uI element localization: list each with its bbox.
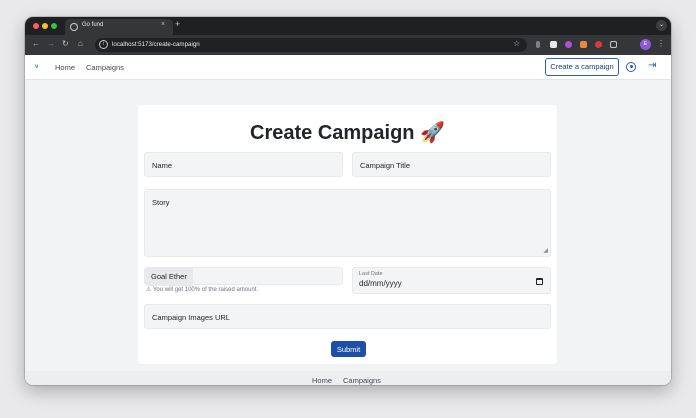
user-profile-icon[interactable] [626,62,636,72]
tab-search-icon[interactable]: ⌄ [656,20,667,31]
url-text: localhost:5173/create-campaign [112,41,200,48]
extension-icon[interactable] [595,41,602,48]
create-campaign-form: Create Campaign 🚀 Name Campaign Title St… [138,105,557,364]
page-title: Create Campaign 🚀 [138,120,557,145]
story-placeholder: Story [152,198,170,207]
goal-ether-label: Goal Ether [145,268,193,286]
profile-avatar[interactable]: E [640,39,651,50]
logo-icon[interactable]: ᵛ [35,62,38,72]
warning-icon: ⚠ [146,287,152,293]
goal-ether-field[interactable]: Goal Ether [144,267,343,286]
browser-menu-icon[interactable]: ⋮ [657,39,665,48]
tab-title: Go fund [82,22,104,28]
calendar-icon[interactable] [536,278,543,285]
address-bar[interactable]: i localhost:5173/create-campaign ☆ [95,38,527,52]
extensions-puzzle-icon[interactable] [610,41,617,48]
footer-link-campaigns[interactable]: Campaigns [343,376,381,385]
goal-hint: ⚠ You will get 100% of the raised amount… [146,286,258,293]
extension-icon[interactable] [550,41,557,48]
page-title-text: Create Campaign [250,122,415,144]
reload-icon[interactable]: ↻ [62,39,69,49]
last-date-label: Last Date [359,271,383,277]
nav-separator: · [77,63,80,70]
bookmark-star-icon[interactable]: ☆ [513,39,520,48]
campaign-images-url-placeholder: Campaign Images URL [152,313,230,322]
campaign-title-field[interactable]: Campaign Title [352,152,551,177]
site-navbar: ᵛ Home · Campaigns Create a campaign ⇥ [25,55,671,80]
last-date-field[interactable]: Last Date dd/mm/yyyy [352,267,551,294]
submit-button[interactable]: Submit [331,341,366,357]
page: ᵛ Home · Campaigns Create a campaign ⇥ C… [25,55,671,385]
name-field[interactable]: Name [144,152,343,177]
create-campaign-button[interactable]: Create a campaign [545,58,619,76]
new-tab-button[interactable]: + [175,19,180,29]
footer: Home Campaigns [25,371,671,385]
home-icon[interactable]: ⌂ [78,39,83,49]
minimize-window-button[interactable] [42,23,48,29]
last-date-value: dd/mm/yyyy [359,279,402,288]
logout-icon[interactable]: ⇥ [648,61,656,71]
extension-icon[interactable] [536,41,540,48]
forward-icon[interactable]: → [47,39,55,49]
campaign-images-url-field[interactable]: Campaign Images URL [144,304,551,329]
nav-link-campaigns[interactable]: Campaigns [86,63,124,72]
browser-tab[interactable]: Go fund × [65,19,173,35]
resize-handle-icon[interactable]: ◢ [543,247,548,254]
nav-link-home[interactable]: Home [55,63,75,72]
tab-bar: Go fund × + ⌄ [25,17,671,35]
rocket-icon: 🚀 [420,122,445,144]
name-field-placeholder: Name [152,161,173,170]
close-window-button[interactable] [33,23,39,29]
tab-close-icon[interactable]: × [161,21,165,28]
campaign-title-placeholder: Campaign Title [360,161,411,170]
goal-hint-text: You will get 100% of the raised amount. [152,287,259,293]
extension-icon[interactable] [565,41,572,48]
metamask-icon[interactable] [580,41,587,48]
site-info-icon[interactable]: i [99,40,108,49]
maximize-window-button[interactable] [51,23,57,29]
browser-window: Go fund × + ⌄ ← → ↻ ⌂ i localhost:5173/c… [25,17,671,385]
browser-toolbar: ← → ↻ ⌂ i localhost:5173/create-campaign… [25,35,671,55]
globe-icon [70,23,78,31]
story-textarea[interactable]: Story ◢ [144,189,551,257]
back-icon[interactable]: ← [32,39,40,49]
footer-link-home[interactable]: Home [312,376,332,385]
